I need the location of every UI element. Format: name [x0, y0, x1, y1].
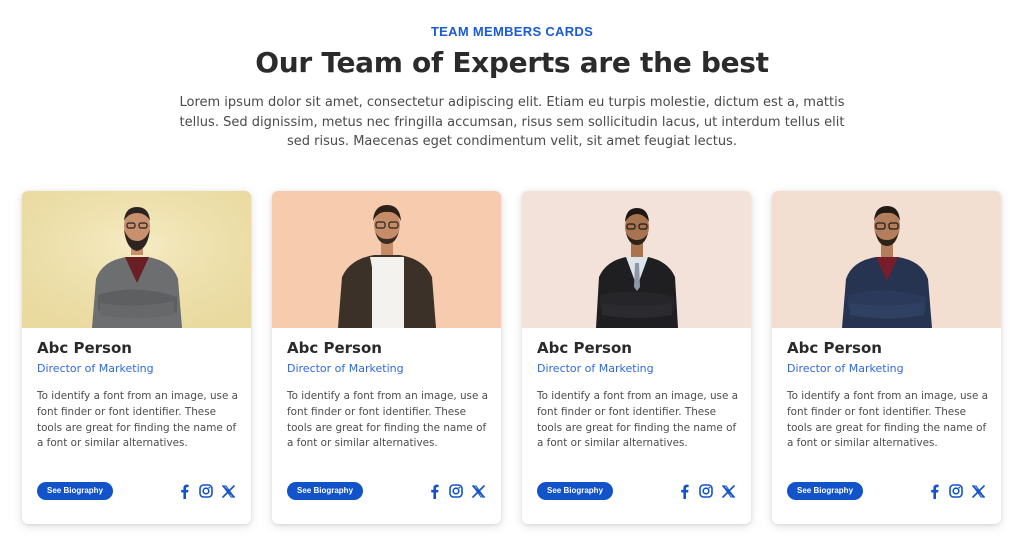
- team-card: Abc Person Director of Marketing To iden…: [22, 191, 251, 524]
- social-links: [426, 483, 486, 499]
- team-card: Abc Person Director of Marketing To iden…: [772, 191, 1001, 524]
- x-icon[interactable]: [470, 483, 486, 499]
- see-biography-button[interactable]: See Biography: [37, 482, 114, 500]
- member-description: To identify a font from an image, use a …: [537, 390, 739, 450]
- instagram-icon[interactable]: [198, 483, 214, 499]
- member-description: To identify a font from an image, use a …: [37, 390, 239, 450]
- section-title: Our Team of Experts are the best: [255, 46, 769, 79]
- instagram-icon[interactable]: [448, 483, 464, 499]
- team-card: Abc Person Director of Marketing To iden…: [272, 191, 501, 524]
- member-description: To identify a font from an image, use a …: [287, 390, 489, 450]
- social-links: [676, 483, 736, 499]
- member-role: Director of Marketing: [37, 362, 154, 375]
- section-eyebrow: TEAM MEMBERS CARDS: [430, 24, 594, 39]
- social-links: [926, 483, 986, 499]
- instagram-icon[interactable]: [948, 483, 964, 499]
- see-biography-button[interactable]: See Biography: [537, 482, 614, 500]
- member-role: Director of Marketing: [287, 362, 404, 375]
- team-member-photo: [22, 191, 251, 328]
- x-icon[interactable]: [720, 483, 736, 499]
- see-biography-button[interactable]: See Biography: [287, 482, 364, 500]
- member-name: Abc Person: [537, 339, 632, 357]
- member-name: Abc Person: [37, 339, 132, 357]
- member-role: Director of Marketing: [787, 362, 904, 375]
- section-description: Lorem ipsum dolor sit amet, consectetur …: [179, 95, 845, 149]
- member-description: To identify a font from an image, use a …: [787, 390, 989, 450]
- see-biography-button[interactable]: See Biography: [787, 482, 864, 500]
- instagram-icon[interactable]: [698, 483, 714, 499]
- member-name: Abc Person: [787, 339, 882, 357]
- facebook-icon[interactable]: [676, 483, 692, 499]
- facebook-icon[interactable]: [176, 483, 192, 499]
- team-member-photo: [272, 191, 501, 328]
- facebook-icon[interactable]: [426, 483, 442, 499]
- team-member-photo: [772, 191, 1001, 328]
- team-card: Abc Person Director of Marketing To iden…: [522, 191, 751, 524]
- x-icon[interactable]: [220, 483, 236, 499]
- member-role: Director of Marketing: [537, 362, 654, 375]
- social-links: [176, 483, 236, 499]
- team-member-photo: [522, 191, 751, 328]
- facebook-icon[interactable]: [926, 483, 942, 499]
- x-icon[interactable]: [970, 483, 986, 499]
- team-cards-grid: Abc Person Director of Marketing To iden…: [22, 191, 1002, 525]
- member-name: Abc Person: [287, 339, 382, 357]
